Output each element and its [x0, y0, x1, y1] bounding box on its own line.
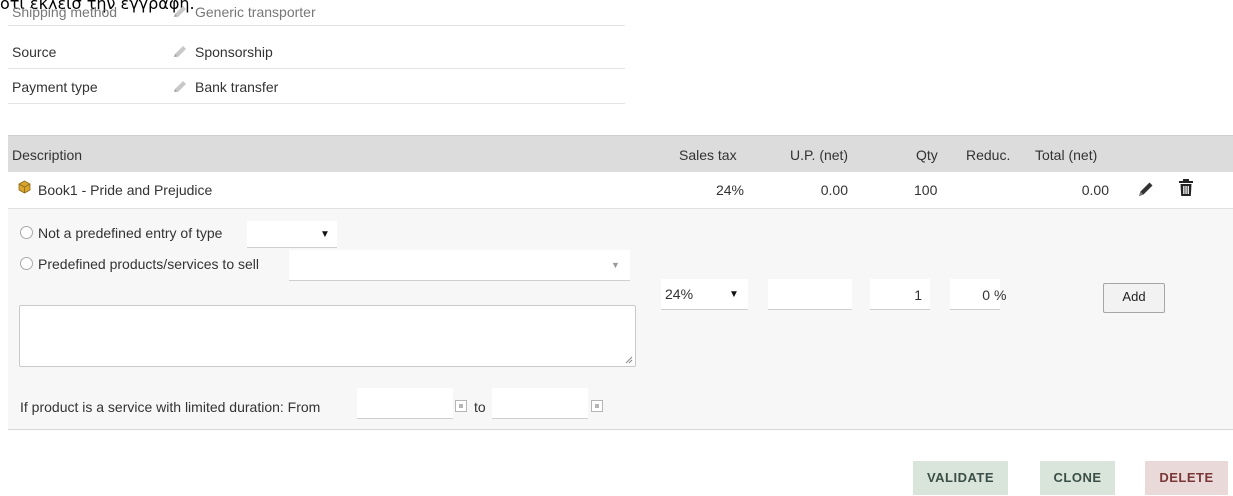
trash-icon[interactable] — [1178, 179, 1194, 200]
price-input[interactable] — [768, 279, 852, 310]
predefined-option[interactable]: Predefined products/services to sell — [20, 256, 259, 272]
chevron-down-icon: ▼ — [320, 229, 330, 240]
delete-button[interactable]: DELETE — [1145, 461, 1228, 495]
duration-to-label: to — [474, 399, 486, 415]
header-qty: Qty — [916, 147, 938, 163]
property-value-text: Generic transporter — [195, 4, 316, 20]
line-qty: 100 — [914, 182, 938, 198]
line-sales-tax: 24% — [715, 182, 744, 198]
reduction-input[interactable]: 0 — [950, 279, 1000, 310]
reduction-value: 0 — [982, 287, 990, 303]
vat-value: 24% — [665, 286, 694, 302]
property-row-source: Source Sponsorship — [8, 34, 625, 69]
chevron-down-icon: ▼ — [729, 289, 739, 300]
property-row-payment-type: Payment type Bank transfer — [8, 69, 625, 104]
property-label: Payment type — [12, 79, 98, 95]
header-total-net: Total (net) — [1035, 147, 1098, 163]
date-from-input[interactable] — [357, 388, 453, 419]
clone-button[interactable]: CLONE — [1040, 461, 1115, 495]
table-row: Book1 - Pride and Prejudice 24% 0.00 100… — [8, 172, 1233, 209]
header-description: Description — [12, 147, 83, 163]
add-line-form: Not a predefined entry of type ▼ Predefi… — [8, 209, 1233, 430]
resize-handle-icon[interactable] — [625, 356, 633, 364]
predefined-label: Predefined products/services to sell — [38, 256, 259, 272]
calendar-icon[interactable] — [591, 400, 603, 412]
add-line-button[interactable]: Add — [1103, 283, 1165, 313]
free-entry-label: Not a predefined entry of type — [38, 225, 223, 241]
property-value-text: Sponsorship — [195, 44, 273, 60]
line-description-link[interactable]: Book1 - Pride and Prejudice — [38, 182, 212, 198]
quantity-input[interactable]: 1 — [870, 279, 930, 310]
property-value-text: Bank transfer — [195, 79, 279, 95]
duration-label: If product is a service with limited dur… — [20, 399, 321, 415]
property-value[interactable]: Bank transfer — [172, 79, 278, 95]
property-value[interactable]: Generic transporter — [172, 4, 316, 20]
predefined-product-select[interactable]: ▼ — [289, 250, 630, 281]
free-entry-radio[interactable] — [20, 226, 33, 239]
calendar-icon[interactable] — [455, 400, 467, 412]
validate-button[interactable]: VALIDATE — [913, 461, 1008, 495]
chevron-down-icon: ▼ — [611, 260, 620, 270]
free-entry-type-select[interactable]: ▼ — [247, 221, 337, 248]
line-up-net: 0.00 — [820, 182, 848, 198]
header-reduc: Reduc. — [966, 147, 1011, 163]
predefined-radio[interactable] — [20, 257, 33, 270]
pencil-icon[interactable] — [172, 80, 188, 94]
header-sales-tax: Sales tax — [679, 147, 737, 163]
property-label: Shipping method — [12, 4, 118, 20]
property-label: Source — [12, 44, 57, 60]
product-box-icon — [18, 180, 31, 197]
free-entry-option[interactable]: Not a predefined entry of type — [20, 225, 222, 241]
description-textarea[interactable] — [19, 305, 636, 367]
property-row-shipping-method: Shipping method Generic transporter — [8, 0, 625, 26]
vat-select[interactable]: 24% ▼ — [661, 279, 748, 310]
line-total-net: 0.00 — [1081, 182, 1109, 198]
pencil-icon[interactable] — [172, 45, 188, 59]
quantity-value: 1 — [914, 287, 922, 303]
reduction-unit: % — [994, 287, 1007, 303]
header-up-net: U.P. (net) — [790, 147, 849, 163]
pencil-icon[interactable] — [1137, 180, 1155, 201]
property-value[interactable]: Sponsorship — [172, 44, 273, 60]
date-to-input[interactable] — [492, 388, 588, 419]
lines-table-header: Description Sales tax U.P. (net) Qty Red… — [8, 135, 1233, 172]
pencil-icon[interactable] — [172, 5, 188, 19]
